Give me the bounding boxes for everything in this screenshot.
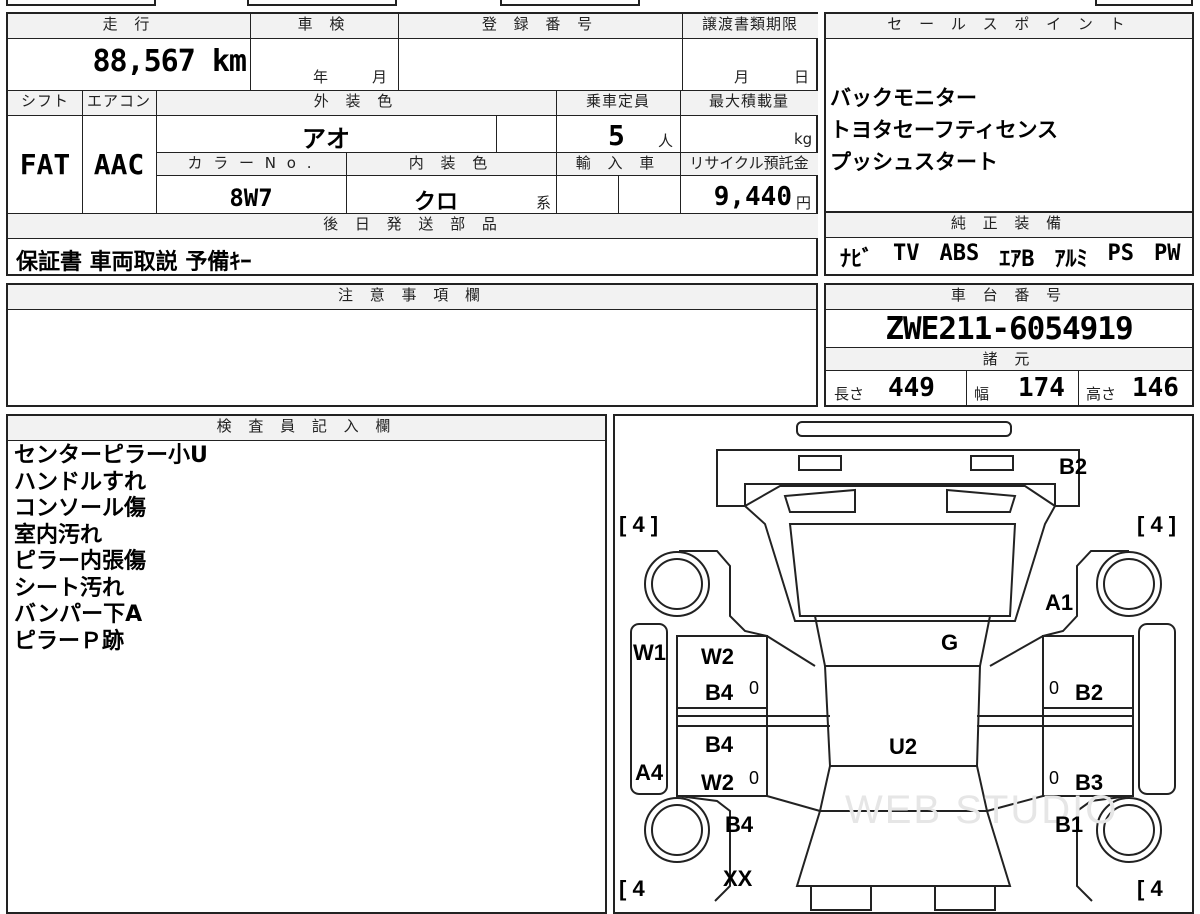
capacity-header: 乗車定員 [556, 91, 680, 115]
chassis-box: 車 台 番 号 ZWE211-6054919 諸 元 長さ 449 幅 174 … [824, 283, 1194, 407]
import-header: 輸 入 車 [556, 153, 680, 175]
recycle-header: リサイクル預託金 [680, 153, 818, 175]
length-value: 449 [888, 373, 935, 403]
equipment-item: PW [1154, 241, 1181, 266]
length-label: 長さ [834, 385, 865, 403]
maxload-unit: kg [794, 130, 813, 148]
notes-header: 注 意 事 項 欄 [8, 285, 816, 309]
mark-roof: U2 [889, 734, 918, 759]
specs-header: 諸 元 [826, 348, 1192, 370]
registration-header: 登 録 番 号 [398, 14, 682, 38]
interior-value: クロ [413, 190, 458, 215]
equipment-item: PS [1107, 241, 1135, 266]
inspector-box: 検 査 員 記 入 欄 センターピラー小U ハンドルすれ コンソール傷 室内汚れ… [6, 414, 607, 914]
height-value: 146 [1132, 373, 1179, 403]
sales-points-list: バックモニター トヨタセーフティセンス プッシュスタート [830, 82, 1058, 178]
exterior-value: アオ [302, 125, 350, 153]
tire-rr: [ 4 [1137, 876, 1163, 901]
sales-point: プッシュスタート [830, 150, 998, 174]
equipment-item: ｱﾙﾐ [1054, 247, 1088, 272]
equipment-item: TV [893, 241, 920, 266]
mark-windshield: G [941, 630, 959, 655]
shift-value: FAT [19, 148, 71, 181]
mark-left-front-door-2: B4 [705, 680, 734, 705]
transfer-day: 日 [794, 68, 810, 86]
mark-left-fender: W1 [633, 640, 666, 665]
mark-front-bumper: B2 [1059, 454, 1088, 479]
interior-suffix: 系 [536, 194, 552, 212]
recycle-unit: 円 [796, 194, 812, 212]
transfer-header: 譲渡書類期限 [682, 14, 818, 38]
inspector-note: センターピラー小U [14, 443, 208, 468]
capacity-value: 5 [608, 119, 625, 152]
ac-value: AAC [93, 148, 145, 181]
mark-hood: A1 [1045, 590, 1074, 615]
mark-zero: 0 [749, 678, 760, 698]
interior-header: 内 装 色 [346, 153, 556, 175]
equipment-item: ABS [939, 241, 980, 266]
inspector-note: バンパー下A [14, 602, 143, 627]
recycle-value: 9,440 [713, 182, 792, 212]
width-label: 幅 [974, 385, 990, 403]
condition-diagram: WEB STUDIO B2 A1 G U2 W1 W2 B4 0 B4 W2 0… [613, 414, 1194, 914]
inspector-note: コンソール傷 [14, 496, 147, 521]
chassis-header: 車 台 番 号 [826, 285, 1192, 309]
later-parts-header: 後 日 発 送 部 品 [8, 214, 818, 238]
inspection-header: 車 検 [250, 14, 398, 38]
later-parts-value: 保証書 車両取説 予備ｷｰ [16, 250, 252, 275]
inspector-note: ピラー内張傷 [14, 549, 147, 574]
sales-points-header: セ ー ル ス ポ イ ン ト [826, 14, 1192, 38]
mark-left-rear-fender: B4 [725, 812, 754, 837]
mileage-header: 走 行 [8, 14, 250, 38]
inspector-header: 検 査 員 記 入 欄 [8, 416, 605, 440]
sales-point: トヨタセーフティセンス [830, 118, 1059, 142]
equipment-list: ﾅﾋﾞ TV ABS ｴｱB ｱﾙﾐ PS PW [840, 241, 1181, 273]
mark-zero: 0 [749, 768, 760, 788]
maxload-header: 最大積載量 [680, 91, 818, 115]
chassis-number: ZWE211-6054919 [885, 311, 1133, 347]
inspection-month: 月 [372, 68, 388, 86]
color-no-value: 8W7 [229, 184, 273, 212]
mark-right-rear-fender: B1 [1055, 812, 1084, 837]
shift-header: シフト [8, 91, 82, 115]
color-no-header: カ ラ ー N o . [156, 153, 346, 175]
capacity-unit: 人 [658, 132, 674, 150]
mark-zero: 0 [1049, 768, 1060, 788]
tire-fr: [ 4 ] [1137, 512, 1177, 537]
exterior-header: 外 装 色 [156, 91, 556, 115]
tire-rl: [ 4 [619, 876, 645, 901]
sales-point: バックモニター [830, 86, 977, 110]
ac-header: エアコン [82, 91, 156, 115]
mark-left-rear-door-1: B4 [705, 732, 734, 757]
inspector-note: ハンドルすれ [14, 469, 147, 495]
mark-right-rear-door: B3 [1075, 770, 1104, 795]
mark-left-front-door-1: W2 [701, 644, 734, 669]
equipment-header: 純 正 装 備 [826, 213, 1192, 237]
height-label: 高さ [1086, 385, 1117, 403]
inspector-note: ピラーＰ跡 [14, 628, 125, 654]
mileage-value: 88,567 km [92, 44, 247, 79]
equipment-box: 純 正 装 備 ﾅﾋﾞ TV ABS ｴｱB ｱﾙﾐ PS PW [824, 213, 1194, 276]
tire-fl: [ 4 ] [619, 512, 659, 537]
mark-left-rear-door-2: W2 [701, 770, 734, 795]
equipment-item: ｴｱB [999, 247, 1035, 272]
mark-left-rear-qtr: A4 [635, 760, 664, 785]
width-value: 174 [1018, 373, 1065, 403]
sales-points-box: セ ー ル ス ポ イ ン ト バックモニター トヨタセーフティセンス プッシュ… [824, 12, 1194, 213]
equipment-item: ﾅﾋﾞ [840, 247, 874, 272]
mark-right-front-door: B2 [1075, 680, 1104, 705]
inspector-notes: センターピラー小U ハンドルすれ コンソール傷 室内汚れ ピラー内張傷 シート汚… [14, 443, 208, 655]
inspector-note: 室内汚れ [14, 522, 103, 548]
mark-zero: 0 [1049, 678, 1060, 698]
inspection-year: 年 [313, 68, 329, 86]
notes-box: 注 意 事 項 欄 [6, 283, 818, 407]
transfer-month: 月 [734, 68, 750, 86]
mark-rear: XX [723, 866, 753, 891]
inspector-note: シート汚れ [14, 575, 125, 601]
vehicle-info-box: 走 行 車 検 登 録 番 号 譲渡書類期限 88,567 km 年 月 月 日… [6, 12, 818, 276]
top-strip [0, 0, 1200, 8]
